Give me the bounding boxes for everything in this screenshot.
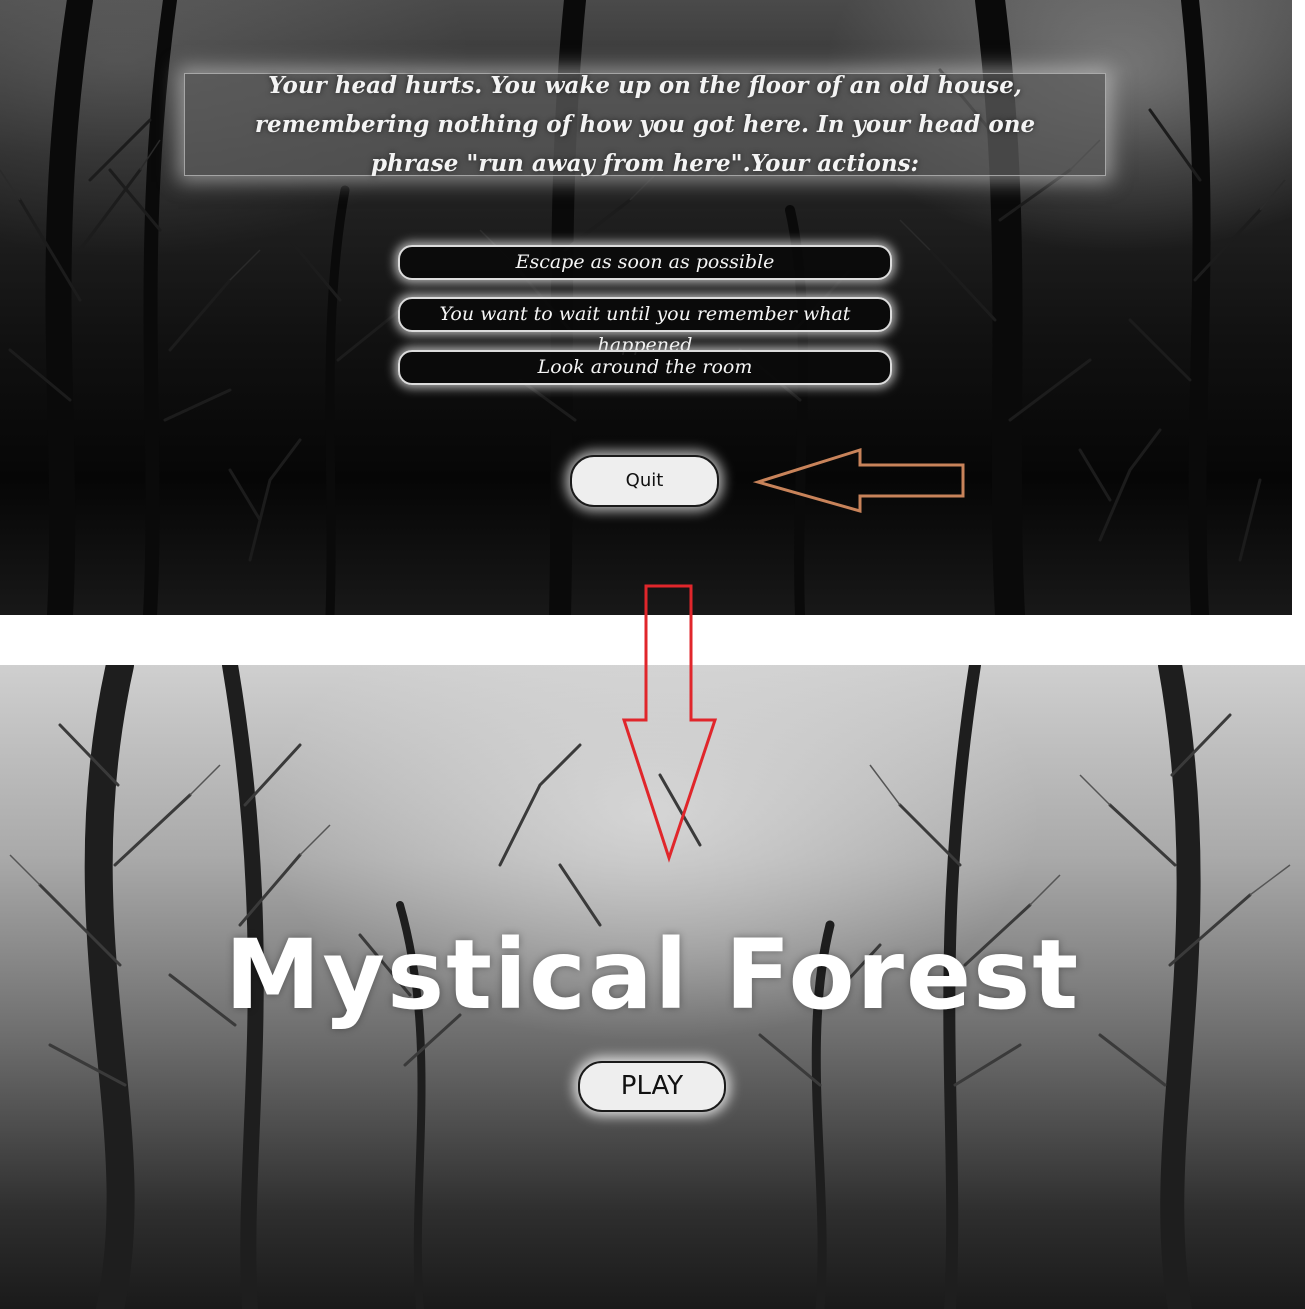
play-button[interactable]: PLAY — [578, 1061, 726, 1112]
choice-wait-button[interactable]: You want to wait until you remember what… — [398, 297, 892, 356]
story-text: Your head hurts. You wake up on the floo… — [254, 72, 1036, 177]
choice-look-around-button[interactable]: Look around the room — [398, 350, 892, 385]
choice-escape-button[interactable]: Escape as soon as possible — [398, 245, 892, 280]
quit-button[interactable]: Quit — [570, 455, 719, 507]
story-panel: Your head hurts. You wake up on the floo… — [184, 72, 1106, 177]
game-title: Mystical Forest — [224, 919, 1081, 1031]
game-screen: Your head hurts. You wake up on the floo… — [0, 0, 1292, 615]
